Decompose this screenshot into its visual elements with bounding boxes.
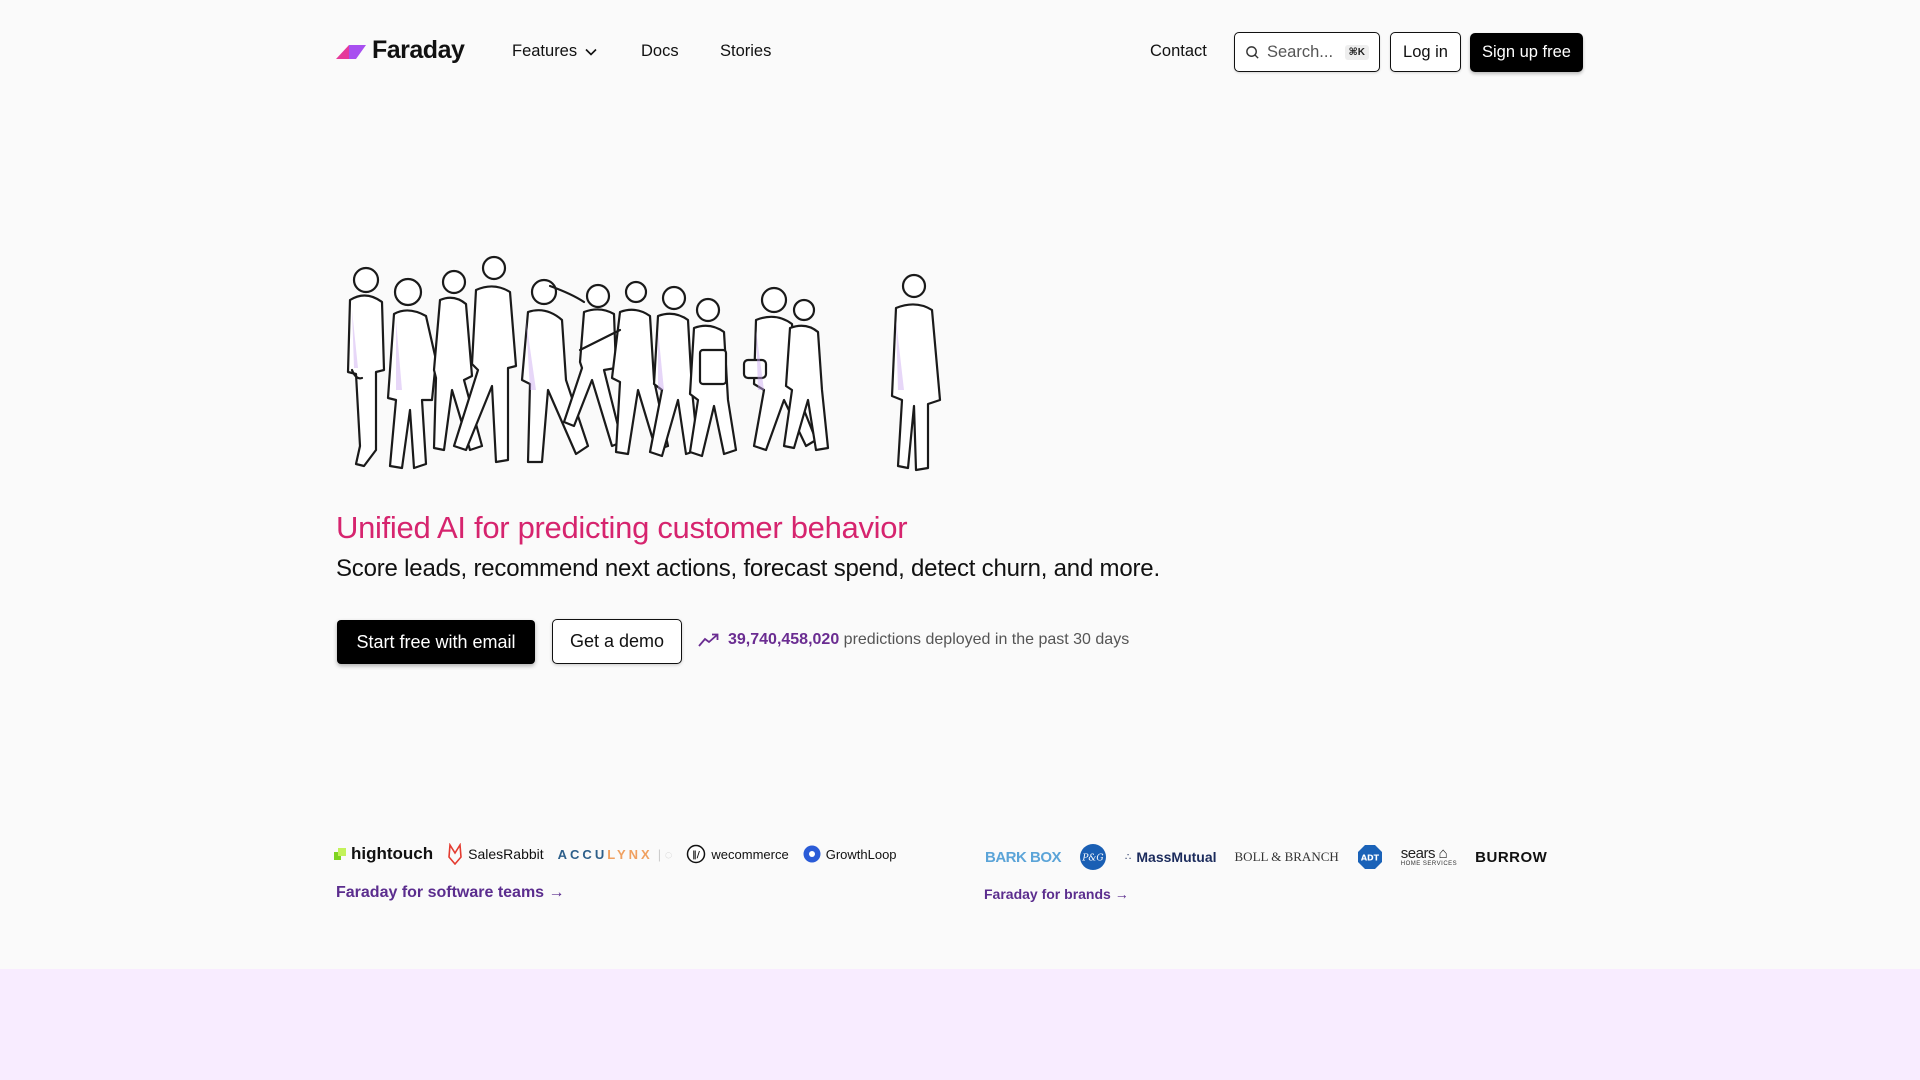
hightouch-mark-icon — [334, 848, 346, 860]
keyboard-shortcut-badge: ⌘K — [1344, 44, 1369, 60]
nav-docs-label: Docs — [641, 42, 679, 60]
nav-contact[interactable]: Contact — [1150, 42, 1207, 61]
login-button[interactable]: Log in — [1390, 32, 1461, 72]
hero-subline: Score leads, recommend next actions, for… — [336, 555, 1160, 582]
massmutual-logo: ∴ MassMutual — [1125, 849, 1217, 865]
hero-headline: Unified AI for predicting customer behav… — [336, 510, 908, 545]
signup-button[interactable]: Sign up free — [1470, 33, 1583, 72]
adt-mark-icon: ADT — [1357, 845, 1382, 869]
wecommerce-mark-icon: ‖/ — [687, 844, 706, 864]
search-input[interactable]: Search... ⌘K — [1234, 32, 1380, 72]
software-teams-link[interactable]: Faraday for software teams → — [336, 884, 565, 902]
nav-docs[interactable]: Docs — [641, 42, 679, 61]
growthloop-mark-icon — [803, 845, 821, 863]
salesrabbit-logo: SalesRabbit — [447, 843, 544, 865]
growthloop-logo: GrowthLoop — [803, 845, 897, 863]
hightouch-logo: hightouch — [334, 844, 433, 864]
predictions-stat: 39,740,458,020 predictions deployed in t… — [698, 631, 1129, 649]
nav-stories-label: Stories — [720, 42, 772, 60]
next-section-background — [0, 969, 1920, 1080]
acculynx-logo: ACCU LYNX | ◌ — [557, 846, 673, 862]
sears-logo: sears ⌂ HOME SERVICES — [1400, 845, 1458, 867]
pg-logo: P&G — [1079, 843, 1107, 871]
faraday-logo-icon — [336, 44, 366, 59]
software-partner-logos: hightouch SalesRabbit ACCU LYNX | ◌ ‖/ we… — [334, 843, 897, 865]
person-figure — [386, 277, 438, 470]
crowd-illustration — [346, 255, 942, 472]
person-figure — [688, 297, 738, 458]
pg-mark-icon: P&G — [1080, 844, 1107, 870]
nav-features[interactable]: Features — [512, 42, 597, 61]
predictions-suffix: predictions deployed in the past 30 days — [843, 631, 1130, 648]
chevron-down-icon — [585, 48, 597, 56]
barkbox-logo: BARK BOX — [985, 848, 1062, 866]
brand-name: Faraday — [372, 36, 465, 64]
svg-text:‖/: ‖/ — [693, 851, 702, 861]
wecommerce-logo: ‖/ wecommerce — [686, 844, 789, 864]
trending-up-icon — [698, 633, 719, 647]
nav-stories[interactable]: Stories — [720, 42, 771, 61]
brand-logos: BARK BOX P&G ∴ MassMutual BOLL & BRANCH … — [985, 843, 1547, 871]
brands-link[interactable]: Faraday for brands → — [984, 886, 1129, 902]
predictions-count: 39,740,458,020 — [728, 631, 840, 648]
person-figure — [346, 266, 386, 468]
svg-text:ADT: ADT — [1361, 854, 1380, 863]
start-free-button[interactable]: Start free with email — [337, 620, 535, 664]
brand-logo[interactable]: Faraday — [336, 36, 465, 65]
search-icon — [1246, 45, 1259, 59]
get-demo-button[interactable]: Get a demo — [552, 619, 682, 664]
svg-text:P&G: P&G — [1081, 854, 1103, 864]
nav-features-label: Features — [512, 42, 578, 60]
nav-contact-label: Contact — [1150, 42, 1207, 60]
boll-branch-logo: BOLL & BRANCH — [1234, 849, 1339, 864]
adt-logo: ADT — [1357, 844, 1383, 870]
salesrabbit-mark-icon — [448, 843, 462, 865]
search-placeholder: Search... — [1267, 42, 1334, 61]
burrow-logo: BURROW — [1475, 848, 1548, 866]
